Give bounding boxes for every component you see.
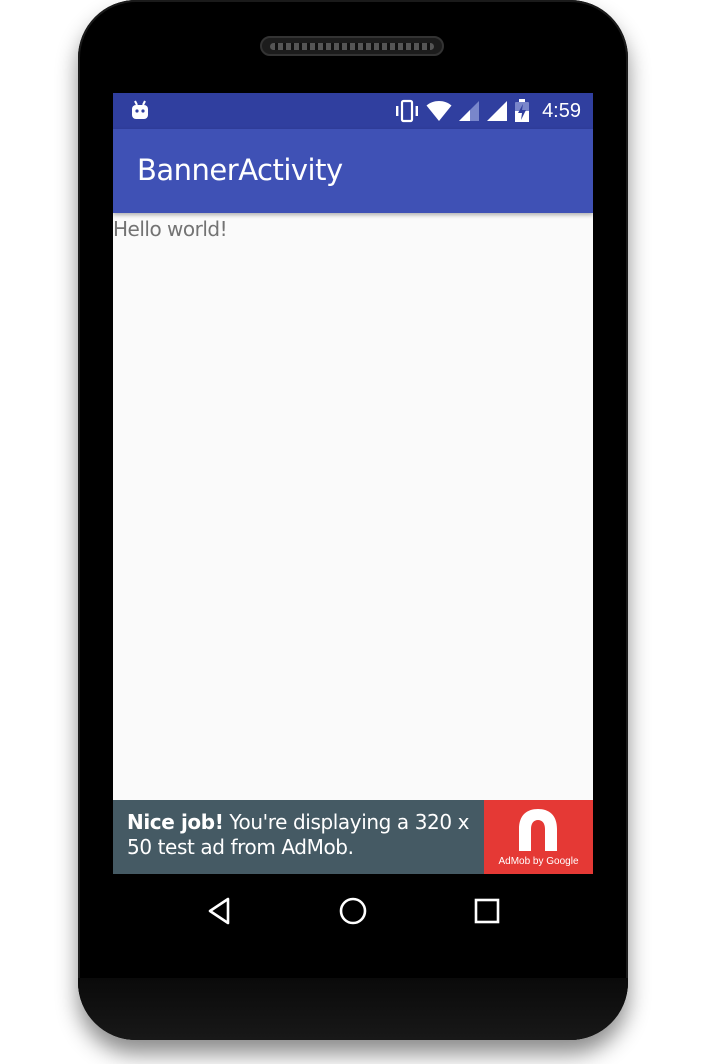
home-icon[interactable]: [338, 896, 368, 926]
ad-headline: Nice job!: [127, 810, 224, 834]
back-icon[interactable]: [205, 896, 235, 926]
ad-banner[interactable]: Nice job! You're displaying a 320 x 50 t…: [113, 800, 593, 874]
ad-message[interactable]: Nice job! You're displaying a 320 x 50 t…: [127, 810, 477, 860]
android-notification-icon: [132, 100, 148, 119]
battery-charging-icon: [515, 99, 530, 122]
speaker-grille: [260, 36, 444, 56]
app-title: BannerActivity: [137, 153, 343, 187]
status-time: 4:59: [542, 100, 581, 122]
admob-icon: [519, 809, 557, 851]
admob-logo[interactable]: AdMob by Google: [484, 800, 593, 874]
status-icons: 4:59: [394, 98, 581, 124]
navigation-bar: [113, 874, 593, 948]
cell-signal-icon: [459, 101, 480, 121]
phone-bottom: [78, 978, 628, 1040]
hello-text: Hello world!: [113, 217, 228, 241]
status-bar: 4:59: [113, 93, 593, 129]
admob-caption: AdMob by Google: [498, 856, 579, 867]
cell-signal-icon: [487, 101, 508, 121]
recents-icon[interactable]: [472, 896, 502, 926]
screen: 4:59 BannerActivity Hello world! Nice jo…: [113, 93, 593, 874]
app-bar: BannerActivity: [113, 129, 593, 213]
vibrate-icon: [396, 99, 419, 123]
wifi-icon: [426, 101, 452, 121]
